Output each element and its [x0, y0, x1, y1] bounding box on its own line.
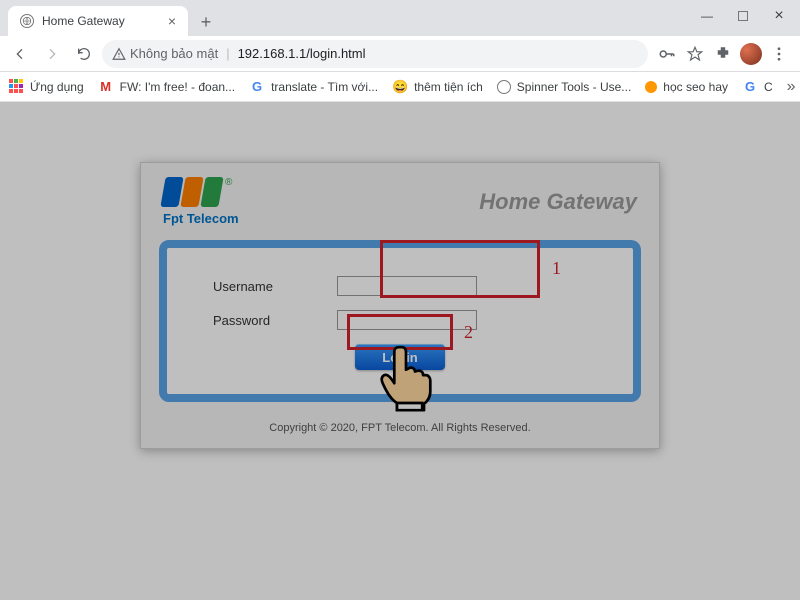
brand-subtitle: Fpt Telecom: [163, 211, 239, 226]
bookmark-item[interactable]: M FW: I'm free! - đoan...: [98, 79, 235, 95]
apps-grid-icon: [8, 79, 24, 95]
password-row: Password: [187, 310, 613, 330]
annotation-label-2: 2: [464, 322, 473, 343]
bookmarks-bar: Ứng dụng M FW: I'm free! - đoan... G tra…: [0, 72, 800, 102]
bookmark-item[interactable]: học seo hay: [645, 80, 728, 94]
dot-icon: [645, 81, 657, 93]
bookmark-label: học seo hay: [663, 80, 728, 94]
brand-block: ® Fpt Telecom: [163, 177, 239, 226]
browser-toolbar: Không bảo mật | 192.168.1.1/login.html: [0, 36, 800, 72]
window-maximize-button[interactable]: [726, 4, 760, 28]
menu-icon[interactable]: [768, 43, 790, 65]
panel-header: ® Fpt Telecom Home Gateway: [141, 163, 659, 236]
username-row: Username: [187, 276, 613, 296]
tab-active[interactable]: Home Gateway ×: [8, 6, 188, 36]
extensions-icon[interactable]: [712, 43, 734, 65]
page-viewport: ® Fpt Telecom Home Gateway Username Pass…: [0, 102, 800, 600]
password-label: Password: [187, 313, 337, 328]
bookmark-label: thêm tiện ích: [414, 80, 483, 94]
bookmark-label: Spinner Tools - Use...: [517, 80, 632, 94]
bookmark-label: translate - Tìm với...: [271, 80, 378, 94]
tab-favicon-globe-icon: [20, 14, 34, 28]
tab-strip: Home Gateway × + — ×: [0, 0, 800, 36]
bookmark-label: C: [764, 80, 773, 94]
address-bar[interactable]: Không bảo mật | 192.168.1.1/login.html: [102, 40, 648, 68]
bookmark-star-icon[interactable]: [684, 43, 706, 65]
bookmark-item[interactable]: 😄 thêm tiện ích: [392, 79, 483, 95]
gmail-icon: M: [98, 79, 114, 95]
google-icon: G: [249, 79, 265, 95]
url-text: 192.168.1.1/login.html: [238, 46, 366, 61]
globe-icon: [497, 80, 511, 94]
forward-button[interactable]: [38, 40, 66, 68]
login-button-row: Login: [187, 344, 613, 370]
google-icon: G: [742, 79, 758, 95]
login-form: Username Password Login: [159, 240, 641, 402]
bookmark-item[interactable]: Spinner Tools - Use...: [497, 80, 632, 94]
toolbar-right-icons: [652, 43, 794, 65]
password-key-icon[interactable]: [656, 43, 678, 65]
profile-avatar[interactable]: [740, 43, 762, 65]
username-input[interactable]: [337, 276, 477, 296]
reload-button[interactable]: [70, 40, 98, 68]
login-panel: ® Fpt Telecom Home Gateway Username Pass…: [140, 162, 660, 449]
bookmark-label: FW: I'm free! - đoan...: [120, 80, 235, 94]
back-button[interactable]: [6, 40, 34, 68]
bookmarks-overflow-icon[interactable]: »: [787, 78, 796, 96]
not-secure-label: Không bảo mật: [130, 46, 218, 61]
window-minimize-button[interactable]: —: [690, 4, 724, 28]
copyright-footer: Copyright © 2020, FPT Telecom. All Right…: [141, 412, 659, 448]
window-close-button[interactable]: ×: [762, 4, 796, 28]
tab-title: Home Gateway: [42, 14, 160, 28]
bookmark-item[interactable]: G translate - Tìm với...: [249, 79, 378, 95]
annotation-label-1: 1: [552, 258, 561, 279]
emoji-icon: 😄: [392, 79, 408, 95]
login-button[interactable]: Login: [355, 344, 445, 370]
new-tab-button[interactable]: +: [192, 8, 220, 36]
page-title: Home Gateway: [479, 189, 637, 215]
username-label: Username: [187, 279, 337, 294]
password-input[interactable]: [337, 310, 477, 330]
not-secure-warning: Không bảo mật: [112, 46, 218, 61]
browser-window: Home Gateway × + — × Không bảo mật | 192…: [0, 0, 800, 600]
tab-close-icon[interactable]: ×: [168, 13, 176, 29]
bookmark-item[interactable]: G C: [742, 79, 773, 95]
bookmark-apps[interactable]: Ứng dụng: [8, 79, 84, 95]
window-controls: — ×: [690, 4, 796, 28]
fpt-logo-icon: ®: [163, 177, 239, 207]
bookmark-label: Ứng dụng: [30, 80, 84, 94]
